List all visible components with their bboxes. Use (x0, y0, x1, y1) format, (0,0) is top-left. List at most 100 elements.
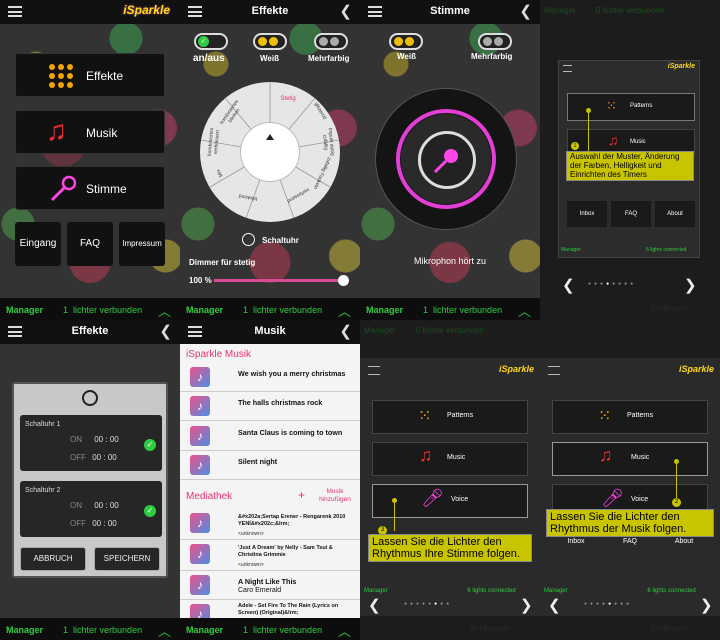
inbox-button[interactable]: Inbox (552, 538, 600, 554)
tutorial-screen-1: Manager 0 lichter verbunden iSparkle ⁙ P… (540, 0, 720, 320)
music-note-icon: ♪ (190, 396, 210, 416)
arrow-right-icon[interactable]: ❯ (700, 596, 713, 614)
music-button[interactable]: ♫ Music (372, 442, 528, 476)
timer-2-check-icon[interactable]: ✓ (144, 505, 156, 517)
about-button[interactable]: About (660, 538, 708, 554)
timer-1-on[interactable]: ON 00 : 00 (70, 435, 119, 444)
timer-2-on[interactable]: ON 00 : 00 (70, 501, 119, 510)
faded-manager-bar: Manager 0 lichter verbunden (364, 326, 484, 335)
patterns-button[interactable]: ⁙ Patterns (552, 400, 708, 434)
arrow-left-icon[interactable]: ❮ (562, 276, 575, 294)
voice-screen: Stimme ❮ Weiß Mehrfarbig Mikrophon hört … (360, 0, 540, 320)
manager-bar[interactable]: Manager 1 lichter verbunden ︿ (180, 298, 360, 320)
white-toggle[interactable] (253, 33, 287, 50)
onoff-label: an/aus (193, 53, 225, 64)
manager-label: Manager (366, 305, 404, 315)
voice-button[interactable]: Stimme (15, 166, 165, 210)
chevron-up-icon[interactable]: ︿ (518, 301, 531, 320)
music-note-icon: ♪ (190, 544, 210, 564)
back-icon[interactable]: ❮ (159, 322, 172, 340)
timer-1-check-icon[interactable]: ✓ (144, 439, 156, 451)
top-bar: Effekte ❮ (180, 0, 360, 24)
tutorial-preview: iSparkle ⁙ Patterns ♫ Music 🎤︎ Voice Man… (360, 358, 540, 616)
inbox-button[interactable]: Inbox (567, 201, 607, 227)
page-indicator: ●●●●●●●● (404, 601, 453, 607)
song-row[interactable]: ♪ Santa Claus is coming to town (180, 423, 360, 451)
arrow-left-icon[interactable]: ❮ (368, 596, 381, 614)
patterns-button[interactable]: ⁙ Patterns (372, 400, 528, 434)
segment-stetig[interactable]: Stetig (270, 96, 306, 102)
add-music-button[interactable]: + Musik hinzufügen (298, 488, 358, 506)
app-logo: iSparkle (123, 3, 170, 17)
input-button[interactable]: Eingang (15, 222, 61, 266)
mic-button[interactable] (418, 131, 476, 189)
timer-1-off[interactable]: OFF 00 : 00 (70, 453, 117, 462)
music-screen: Musik ❮ iSparkle Musik ♪ We wish you a me… (180, 320, 360, 640)
top-bar: Musik ❮ (180, 320, 360, 344)
song-row[interactable]: ♪ The halls christmas rock (180, 393, 360, 421)
save-button[interactable]: SPEICHERN (94, 547, 160, 571)
speaker-graphic[interactable] (375, 88, 517, 230)
faq-button[interactable]: FAQ (611, 201, 651, 227)
connected-label: lichter verbunden (433, 305, 503, 315)
multicolor-toggle[interactable] (478, 33, 512, 50)
check-icon: ✓ (198, 36, 209, 47)
light-count: 1 (423, 305, 429, 315)
onoff-toggle[interactable]: ✓ (194, 33, 228, 50)
patterns-button[interactable]: ⁙ Patterns (567, 93, 695, 121)
faq-button[interactable]: FAQ (67, 222, 113, 266)
library-row[interactable]: ♪ A Night Like This Caro Emerald (180, 572, 360, 600)
impressum-button[interactable]: Impressum (119, 222, 165, 266)
dimmer-slider[interactable] (214, 279, 338, 282)
timer-icon[interactable] (242, 233, 255, 246)
arrow-left-icon[interactable]: ❮ (548, 596, 561, 614)
arrow-right-icon[interactable]: ❯ (684, 276, 697, 294)
manager-bar[interactable]: Manager 1 lichter verbunden ︿ (0, 298, 180, 320)
hamburger-menu-icon[interactable] (8, 6, 22, 17)
manager-bar[interactable]: Manager 1 lichter verbunden ︿ (360, 298, 540, 320)
chevron-up-icon[interactable]: ︿ (338, 621, 351, 640)
music-note-icon: ♫ (599, 445, 613, 465)
song-row[interactable]: ♪ We wish you a merry christmas (180, 364, 360, 392)
faq-button[interactable]: FAQ (606, 538, 654, 554)
chevron-up-icon[interactable]: ︿ (158, 621, 171, 640)
close-label[interactable]: Schliessen (470, 624, 509, 633)
cancel-button[interactable]: ABBRUCH (20, 547, 86, 571)
music-label: Musik (86, 126, 118, 140)
step-badge: 2 (672, 498, 681, 507)
song-title: We wish you a merry christmas (238, 369, 346, 378)
multicolor-label: Mehrfarbig (471, 52, 513, 61)
arrow-right-icon[interactable]: ❯ (520, 596, 533, 614)
music-button[interactable]: ♫ Musik (15, 110, 165, 154)
back-icon[interactable]: ❮ (339, 322, 352, 340)
manager-bar[interactable]: Manager 1 lichter verbunden ︿ (180, 618, 360, 640)
stopwatch-icon (82, 390, 98, 406)
dimmer-slider-knob[interactable] (338, 275, 349, 286)
callout-pointer (588, 111, 589, 151)
library-row[interactable]: ♪ 'Just A Dream' by Nelly - Sam Tsui & Ch… (180, 541, 360, 571)
top-bar: Effekte ❮ (0, 320, 180, 344)
white-toggle[interactable] (389, 33, 423, 50)
white-label: Weiß (260, 54, 279, 63)
library-title: &#x202a;Sertap Erener - Rengarenk 2010 Y… (238, 514, 346, 527)
multicolor-toggle[interactable] (314, 33, 348, 50)
about-button[interactable]: About (655, 201, 695, 227)
close-label[interactable]: Schliessen (650, 624, 689, 633)
library-row[interactable]: ♪ &#x202a;Sertap Erener - Rengarenk 2010 … (180, 510, 360, 540)
timer-label[interactable]: Schaltuhr (262, 236, 299, 245)
timer-2-off[interactable]: OFF 00 : 00 (70, 519, 117, 528)
connected-label: lichter verbunden (73, 305, 143, 315)
effect-wheel[interactable]: Stetig glitzernd Impuls stetig zufällig … (200, 82, 340, 222)
effects-button[interactable]: Effekte (15, 53, 165, 97)
chevron-up-icon[interactable]: ︿ (158, 301, 171, 320)
close-label[interactable]: Schliessen (650, 304, 689, 313)
voice-label: Voice (451, 496, 469, 503)
mic-status: Mikrophon hört zu (413, 256, 487, 266)
music-button[interactable]: ♫ Music (552, 442, 708, 476)
back-icon[interactable]: ❮ (339, 2, 352, 20)
page-title: Musik (254, 325, 286, 337)
song-row[interactable]: ♪ Silent night (180, 452, 360, 480)
manager-bar[interactable]: Manager 1 lichter verbunden ︿ (0, 618, 180, 640)
chevron-up-icon[interactable]: ︿ (338, 301, 351, 320)
back-icon[interactable]: ❮ (519, 2, 532, 20)
